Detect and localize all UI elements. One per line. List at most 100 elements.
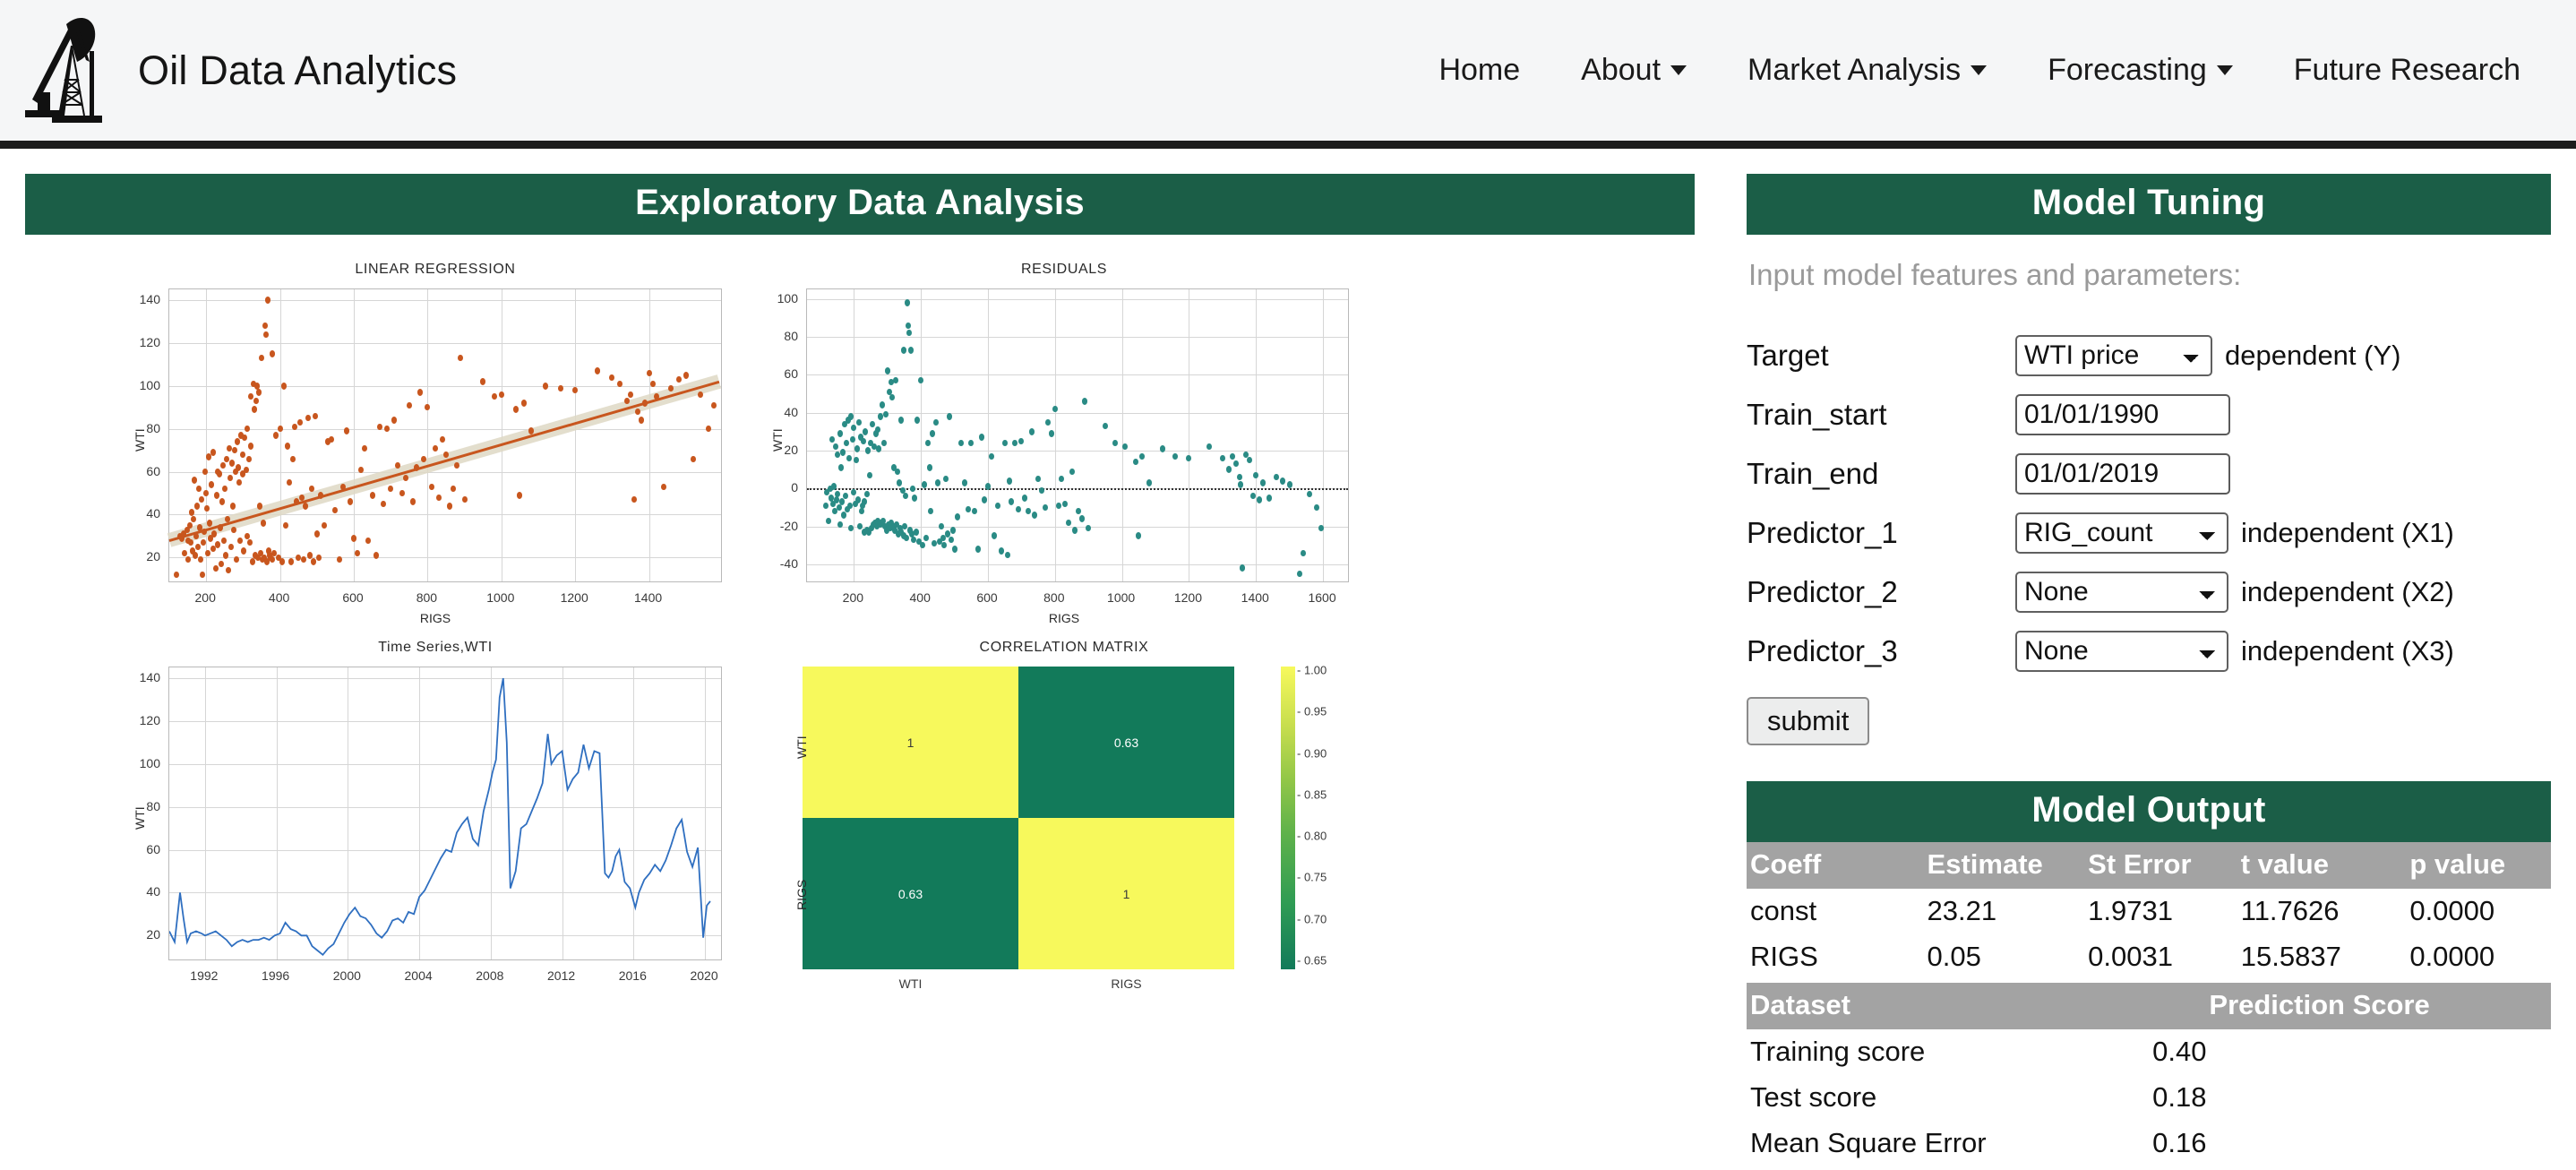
- data-point: [521, 400, 527, 406]
- data-point: [245, 426, 250, 432]
- predictor-3-select[interactable]: None: [2015, 631, 2228, 672]
- data-point: [905, 299, 910, 305]
- data-point: [975, 546, 981, 552]
- data-point: [223, 552, 228, 558]
- data-point: [259, 355, 264, 361]
- data-point: [454, 462, 459, 469]
- data-point: [823, 503, 829, 509]
- data-point: [947, 413, 952, 419]
- table-row: Training score 0.40: [1747, 1029, 2551, 1075]
- train-start-input[interactable]: [2015, 394, 2230, 435]
- data-point: [999, 547, 1004, 554]
- form-label-predictor-3: Predictor_3: [1747, 634, 2015, 668]
- data-point: [231, 527, 236, 533]
- page-body: Exploratory Data Analysis LINEAR REGRESS…: [0, 149, 2576, 1170]
- data-point: [247, 539, 253, 546]
- oil-pump-jack-icon: [20, 10, 118, 132]
- data-point: [1026, 508, 1031, 514]
- model-output-title: Model Output: [1747, 781, 2551, 842]
- data-point: [558, 385, 563, 391]
- data-point: [1301, 550, 1306, 556]
- data-point: [229, 460, 235, 466]
- data-point: [287, 479, 292, 486]
- cell-estimate: 0.05: [1924, 934, 2085, 980]
- data-point: [1297, 571, 1302, 577]
- nav-item-future-research[interactable]: Future Research: [2263, 44, 2551, 97]
- correlation-matrix-chart: CORRELATION MATRIX10.630.631WTIRIGSWTIRI…: [760, 640, 1369, 1016]
- data-point: [235, 438, 240, 444]
- data-point: [941, 542, 947, 548]
- table-header-row: Dataset Prediction Score: [1747, 983, 2551, 1029]
- data-point: [903, 493, 908, 499]
- nav-links: Home About Market Analysis Forecasting F…: [1408, 0, 2551, 141]
- data-point: [1133, 459, 1138, 465]
- data-point: [1012, 440, 1018, 446]
- data-point: [1007, 477, 1012, 484]
- data-point: [1267, 495, 1272, 501]
- col-dataset: Dataset: [1747, 983, 2084, 1029]
- data-point: [1186, 455, 1191, 461]
- brand-title: Oil Data Analytics: [138, 47, 457, 94]
- train-end-input[interactable]: [2015, 453, 2230, 495]
- target-select[interactable]: WTI price: [2015, 335, 2212, 376]
- y-tick-label: 80: [760, 329, 798, 343]
- data-point: [263, 331, 269, 338]
- data-point: [1069, 469, 1075, 475]
- data-point: [856, 419, 862, 426]
- data-point: [292, 424, 297, 430]
- data-point: [933, 419, 939, 426]
- data-point: [290, 456, 296, 462]
- form-row-predictor-2: Predictor_2 None independent (X2): [1747, 566, 2551, 617]
- data-point: [517, 492, 522, 498]
- data-point: [1220, 455, 1225, 461]
- nav-item-forecasting[interactable]: Forecasting: [2017, 44, 2263, 97]
- gridline: [988, 289, 989, 581]
- data-point: [880, 401, 885, 408]
- data-point: [850, 436, 855, 443]
- submit-button[interactable]: submit: [1747, 697, 1869, 745]
- brand[interactable]: Oil Data Analytics: [0, 10, 457, 132]
- data-point: [864, 491, 870, 497]
- y-tick-label: 0: [760, 480, 798, 495]
- col-t-value: t value: [2237, 842, 2407, 889]
- nav-item-about[interactable]: About: [1550, 44, 1717, 97]
- nav-item-home[interactable]: Home: [1408, 44, 1550, 97]
- top-navbar: Oil Data Analytics Home About Market Ana…: [0, 0, 2576, 141]
- data-point: [332, 507, 338, 513]
- y-axis-label: WTI: [770, 428, 785, 452]
- data-point: [595, 367, 600, 374]
- gridline: [169, 429, 721, 430]
- data-point: [870, 421, 875, 427]
- nav-item-market-analysis[interactable]: Market Analysis: [1717, 44, 2017, 97]
- predictor-3-hint: independent (X3): [2241, 635, 2454, 667]
- gridline: [1323, 289, 1324, 581]
- predictor-1-select[interactable]: RIG_count: [2015, 512, 2228, 554]
- data-point: [950, 527, 956, 533]
- data-point: [861, 438, 866, 444]
- data-point: [617, 381, 623, 387]
- data-point: [203, 490, 209, 496]
- data-point: [227, 445, 232, 452]
- data-point: [1043, 504, 1048, 511]
- data-point: [875, 426, 880, 433]
- data-point: [1056, 503, 1061, 509]
- plot-title: Time Series,WTI: [122, 640, 749, 656]
- x-tick-label: 600: [976, 590, 997, 605]
- colorbar: [1281, 667, 1295, 969]
- data-point: [296, 555, 301, 561]
- plot-axes: [168, 288, 722, 582]
- y-tick-label: 120: [122, 713, 160, 727]
- eda-panel-title: Exploratory Data Analysis: [25, 174, 1695, 235]
- data-point: [1032, 512, 1037, 518]
- data-point: [1009, 498, 1014, 504]
- cell-p-value: 0.0000: [2406, 889, 2551, 934]
- data-point: [676, 376, 682, 383]
- cell-dataset: Training score: [1747, 1029, 2084, 1075]
- data-point: [417, 389, 423, 395]
- gridline: [807, 299, 1348, 300]
- data-point: [211, 530, 217, 537]
- predictor-2-select[interactable]: None: [2015, 572, 2228, 613]
- data-point: [1076, 508, 1081, 514]
- data-point: [639, 417, 644, 423]
- data-point: [209, 481, 214, 487]
